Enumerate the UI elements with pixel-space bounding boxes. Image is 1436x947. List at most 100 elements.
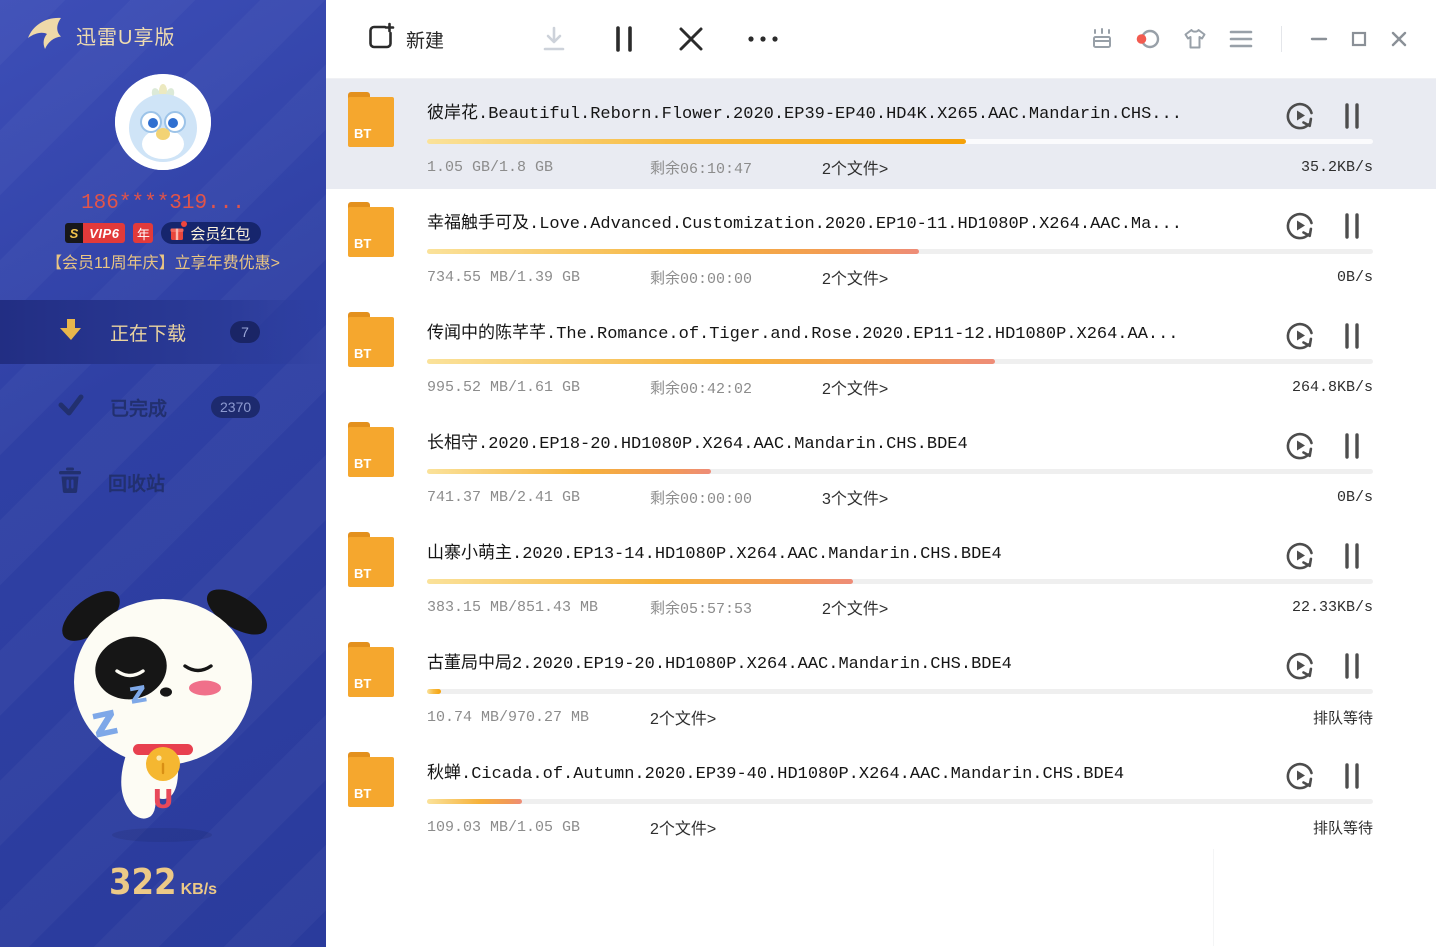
promo-link[interactable]: 【会员11周年庆】立享年费优惠>	[0, 249, 326, 273]
titlebar-controls	[1091, 26, 1436, 52]
sidebar-item-trash[interactable]: 回收站	[0, 450, 326, 514]
app-window: 迅雷U享版 186****319... S VIP6	[0, 0, 1436, 947]
pause-task-icon[interactable]	[1342, 651, 1362, 686]
progress-fill	[427, 139, 966, 144]
bt-folder-icon[interactable]: BT	[348, 642, 394, 697]
menu-icon[interactable]	[1229, 29, 1253, 49]
task-row[interactable]: BT 秋蝉.Cicada.of.Autumn.2020.EP39-40.HD10…	[326, 739, 1436, 849]
task-size: 10.74 MB/970.27 MB	[427, 709, 650, 726]
promotion-icon[interactable]	[1091, 28, 1113, 50]
task-files-link[interactable]: 2个文件>	[822, 155, 888, 179]
brand: 迅雷U享版	[0, 0, 326, 55]
toolbar: 新建	[326, 0, 1436, 79]
progress-bar	[427, 469, 1373, 474]
task-size: 109.03 MB/1.05 GB	[427, 819, 650, 836]
bt-tag: BT	[354, 566, 371, 581]
sidebar-item-completed[interactable]: 已完成 2370	[0, 375, 326, 439]
bt-folder-icon[interactable]: BT	[348, 92, 394, 147]
task-remaining-time: 剩余00:00:00	[650, 487, 822, 508]
minimize-icon[interactable]	[1310, 30, 1328, 48]
bt-tag: BT	[354, 676, 371, 691]
completed-count-badge: 2370	[211, 396, 260, 418]
task-remaining-time: 剩余00:00:00	[650, 267, 822, 288]
bt-folder-icon[interactable]: BT	[348, 422, 394, 477]
pause-task-icon[interactable]	[1342, 761, 1362, 796]
task-row[interactable]: BT 山寨小萌主.2020.EP13-14.HD1080P.X264.AAC.M…	[326, 519, 1436, 629]
play-while-download-icon[interactable]	[1284, 760, 1316, 797]
progress-fill	[427, 799, 522, 804]
theme-icon[interactable]	[1135, 28, 1161, 50]
play-while-download-icon[interactable]	[1284, 100, 1316, 137]
year-badge[interactable]: 年	[133, 223, 153, 243]
bt-tag: BT	[354, 126, 371, 141]
task-files-link[interactable]: 3个文件>	[822, 485, 888, 509]
play-while-download-icon[interactable]	[1284, 540, 1316, 577]
xunlei-logo-icon	[26, 16, 64, 55]
bt-folder-icon[interactable]: BT	[348, 202, 394, 257]
speed-unit: KB/s	[181, 881, 217, 898]
progress-bar	[427, 249, 1373, 254]
task-files-link[interactable]: 2个文件>	[650, 705, 716, 729]
task-row[interactable]: BT 古董局中局2.2020.EP19-20.HD1080P.X264.AAC.…	[326, 629, 1436, 739]
bt-folder-icon[interactable]: BT	[348, 532, 394, 587]
task-title: 彼岸花.Beautiful.Reborn.Flower.2020.EP39-EP…	[427, 79, 1373, 124]
task-files-link[interactable]: 2个文件>	[822, 375, 888, 399]
bt-folder-icon[interactable]: BT	[348, 312, 394, 367]
svip-badge[interactable]: S VIP6	[65, 223, 126, 243]
task-files-link[interactable]: 2个文件>	[650, 815, 716, 839]
task-title: 山寨小萌主.2020.EP13-14.HD1080P.X264.AAC.Mand…	[427, 519, 1373, 564]
progress-bar	[427, 799, 1373, 804]
task-row[interactable]: BT 传闻中的陈芊芊.The.Romance.of.Tiger.and.Rose…	[326, 299, 1436, 409]
progress-fill	[427, 359, 995, 364]
task-row[interactable]: BT 彼岸花.Beautiful.Reborn.Flower.2020.EP39…	[326, 79, 1436, 189]
task-files-link[interactable]: 2个文件>	[822, 265, 888, 289]
pause-task-icon[interactable]	[1342, 431, 1362, 466]
task-status: 264.8KB/s	[1292, 379, 1373, 396]
start-download-icon[interactable]	[540, 25, 568, 53]
pause-task-icon[interactable]	[1342, 321, 1362, 356]
bt-tag: BT	[354, 346, 371, 361]
pause-task-icon[interactable]	[1342, 541, 1362, 576]
task-files-link[interactable]: 2个文件>	[822, 595, 888, 619]
sidebar: 迅雷U享版 186****319... S VIP6	[0, 0, 326, 947]
svip-icon: S	[65, 223, 84, 243]
sidebar-item-label: 正在下载	[110, 319, 186, 346]
task-remaining-time: 剩余05:57:53	[650, 597, 822, 618]
progress-fill	[427, 249, 919, 254]
sidebar-item-downloading[interactable]: 正在下载 7	[0, 300, 326, 364]
maximize-icon[interactable]	[1350, 30, 1368, 48]
progress-bar	[427, 579, 1373, 584]
delete-icon[interactable]	[678, 26, 704, 52]
user-id[interactable]: 186****319...	[0, 192, 326, 215]
skin-icon[interactable]	[1183, 28, 1207, 50]
task-remaining-time: 剩余06:10:47	[650, 157, 822, 178]
bt-tag: BT	[354, 456, 371, 471]
speed-value: 322	[109, 862, 177, 903]
redpacket-badge[interactable]: 会员红包	[161, 222, 261, 244]
more-icon[interactable]	[746, 34, 780, 44]
play-while-download-icon[interactable]	[1284, 650, 1316, 687]
new-task-button[interactable]: 新建	[366, 22, 444, 57]
close-icon[interactable]	[1390, 30, 1408, 48]
play-while-download-icon[interactable]	[1284, 210, 1316, 247]
play-while-download-icon[interactable]	[1284, 430, 1316, 467]
task-title: 古董局中局2.2020.EP19-20.HD1080P.X264.AAC.Man…	[427, 629, 1373, 674]
pause-all-icon[interactable]	[612, 25, 636, 53]
pause-task-icon[interactable]	[1342, 211, 1362, 246]
pause-task-icon[interactable]	[1342, 101, 1362, 136]
bt-tag: BT	[354, 786, 371, 801]
task-row[interactable]: BT 幸福触手可及.Love.Advanced.Customization.20…	[326, 189, 1436, 299]
progress-bar	[427, 139, 1373, 144]
play-while-download-icon[interactable]	[1284, 320, 1316, 357]
task-title: 长相守.2020.EP18-20.HD1080P.X264.AAC.Mandar…	[427, 409, 1373, 454]
task-row[interactable]: BT 长相守.2020.EP18-20.HD1080P.X264.AAC.Man…	[326, 409, 1436, 519]
app-title: 迅雷U享版	[76, 21, 175, 50]
trash-icon	[58, 467, 82, 498]
bt-folder-icon[interactable]: BT	[348, 752, 394, 807]
task-title: 秋蝉.Cicada.of.Autumn.2020.EP39-40.HD1080P…	[427, 739, 1373, 784]
new-task-icon	[366, 22, 396, 57]
progress-fill	[427, 469, 711, 474]
task-title: 幸福触手可及.Love.Advanced.Customization.2020.…	[427, 189, 1373, 234]
avatar[interactable]	[115, 74, 211, 170]
sleeping-dog-mascot: z z U	[47, 572, 279, 849]
